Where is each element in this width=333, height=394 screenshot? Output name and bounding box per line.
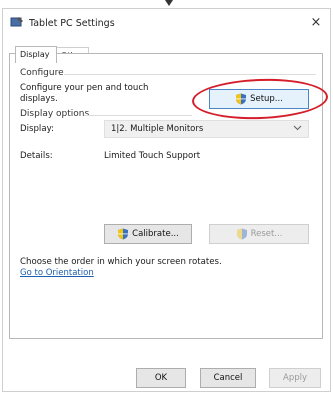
display-options-group-label: Display options: [20, 109, 90, 119]
ok-button[interactable]: OK: [136, 368, 186, 388]
go-to-orientation-link[interactable]: Go to Orientation: [20, 268, 94, 278]
close-button[interactable]: ×: [308, 15, 324, 31]
pointer-arrow: [165, 0, 173, 6]
tab-display[interactable]: Display: [15, 46, 57, 63]
chevron-down-icon: [293, 123, 302, 134]
display-select-value: 1|2. Multiple Monitors: [111, 124, 204, 134]
configure-divider: [64, 74, 316, 75]
display-select[interactable]: 1|2. Multiple Monitors: [104, 120, 309, 138]
uac-shield-icon: [236, 228, 248, 240]
calibrate-button[interactable]: Calibrate...: [104, 224, 192, 244]
title-bar: Tablet PC Settings ×: [3, 9, 330, 37]
reset-button-label: Reset...: [250, 229, 283, 239]
cancel-button[interactable]: Cancel: [200, 368, 256, 388]
orientation-text: Choose the order in which your screen ro…: [20, 257, 222, 267]
display-label: Display:: [20, 124, 54, 134]
reset-button[interactable]: Reset...: [209, 224, 309, 244]
calibrate-button-label: Calibrate...: [132, 229, 179, 239]
configure-group-label: Configure: [20, 68, 64, 78]
apply-button[interactable]: Apply: [269, 368, 321, 388]
configure-description-line2: displays.: [20, 94, 58, 104]
uac-shield-icon: [117, 228, 129, 240]
tablet-pc-icon: [10, 16, 24, 28]
details-value: Limited Touch Support: [104, 151, 201, 161]
window-title: Tablet PC Settings: [29, 18, 115, 29]
details-label: Details:: [20, 151, 53, 161]
configure-description-line1: Configure your pen and touch: [20, 83, 149, 93]
display-options-divider: [84, 115, 192, 116]
